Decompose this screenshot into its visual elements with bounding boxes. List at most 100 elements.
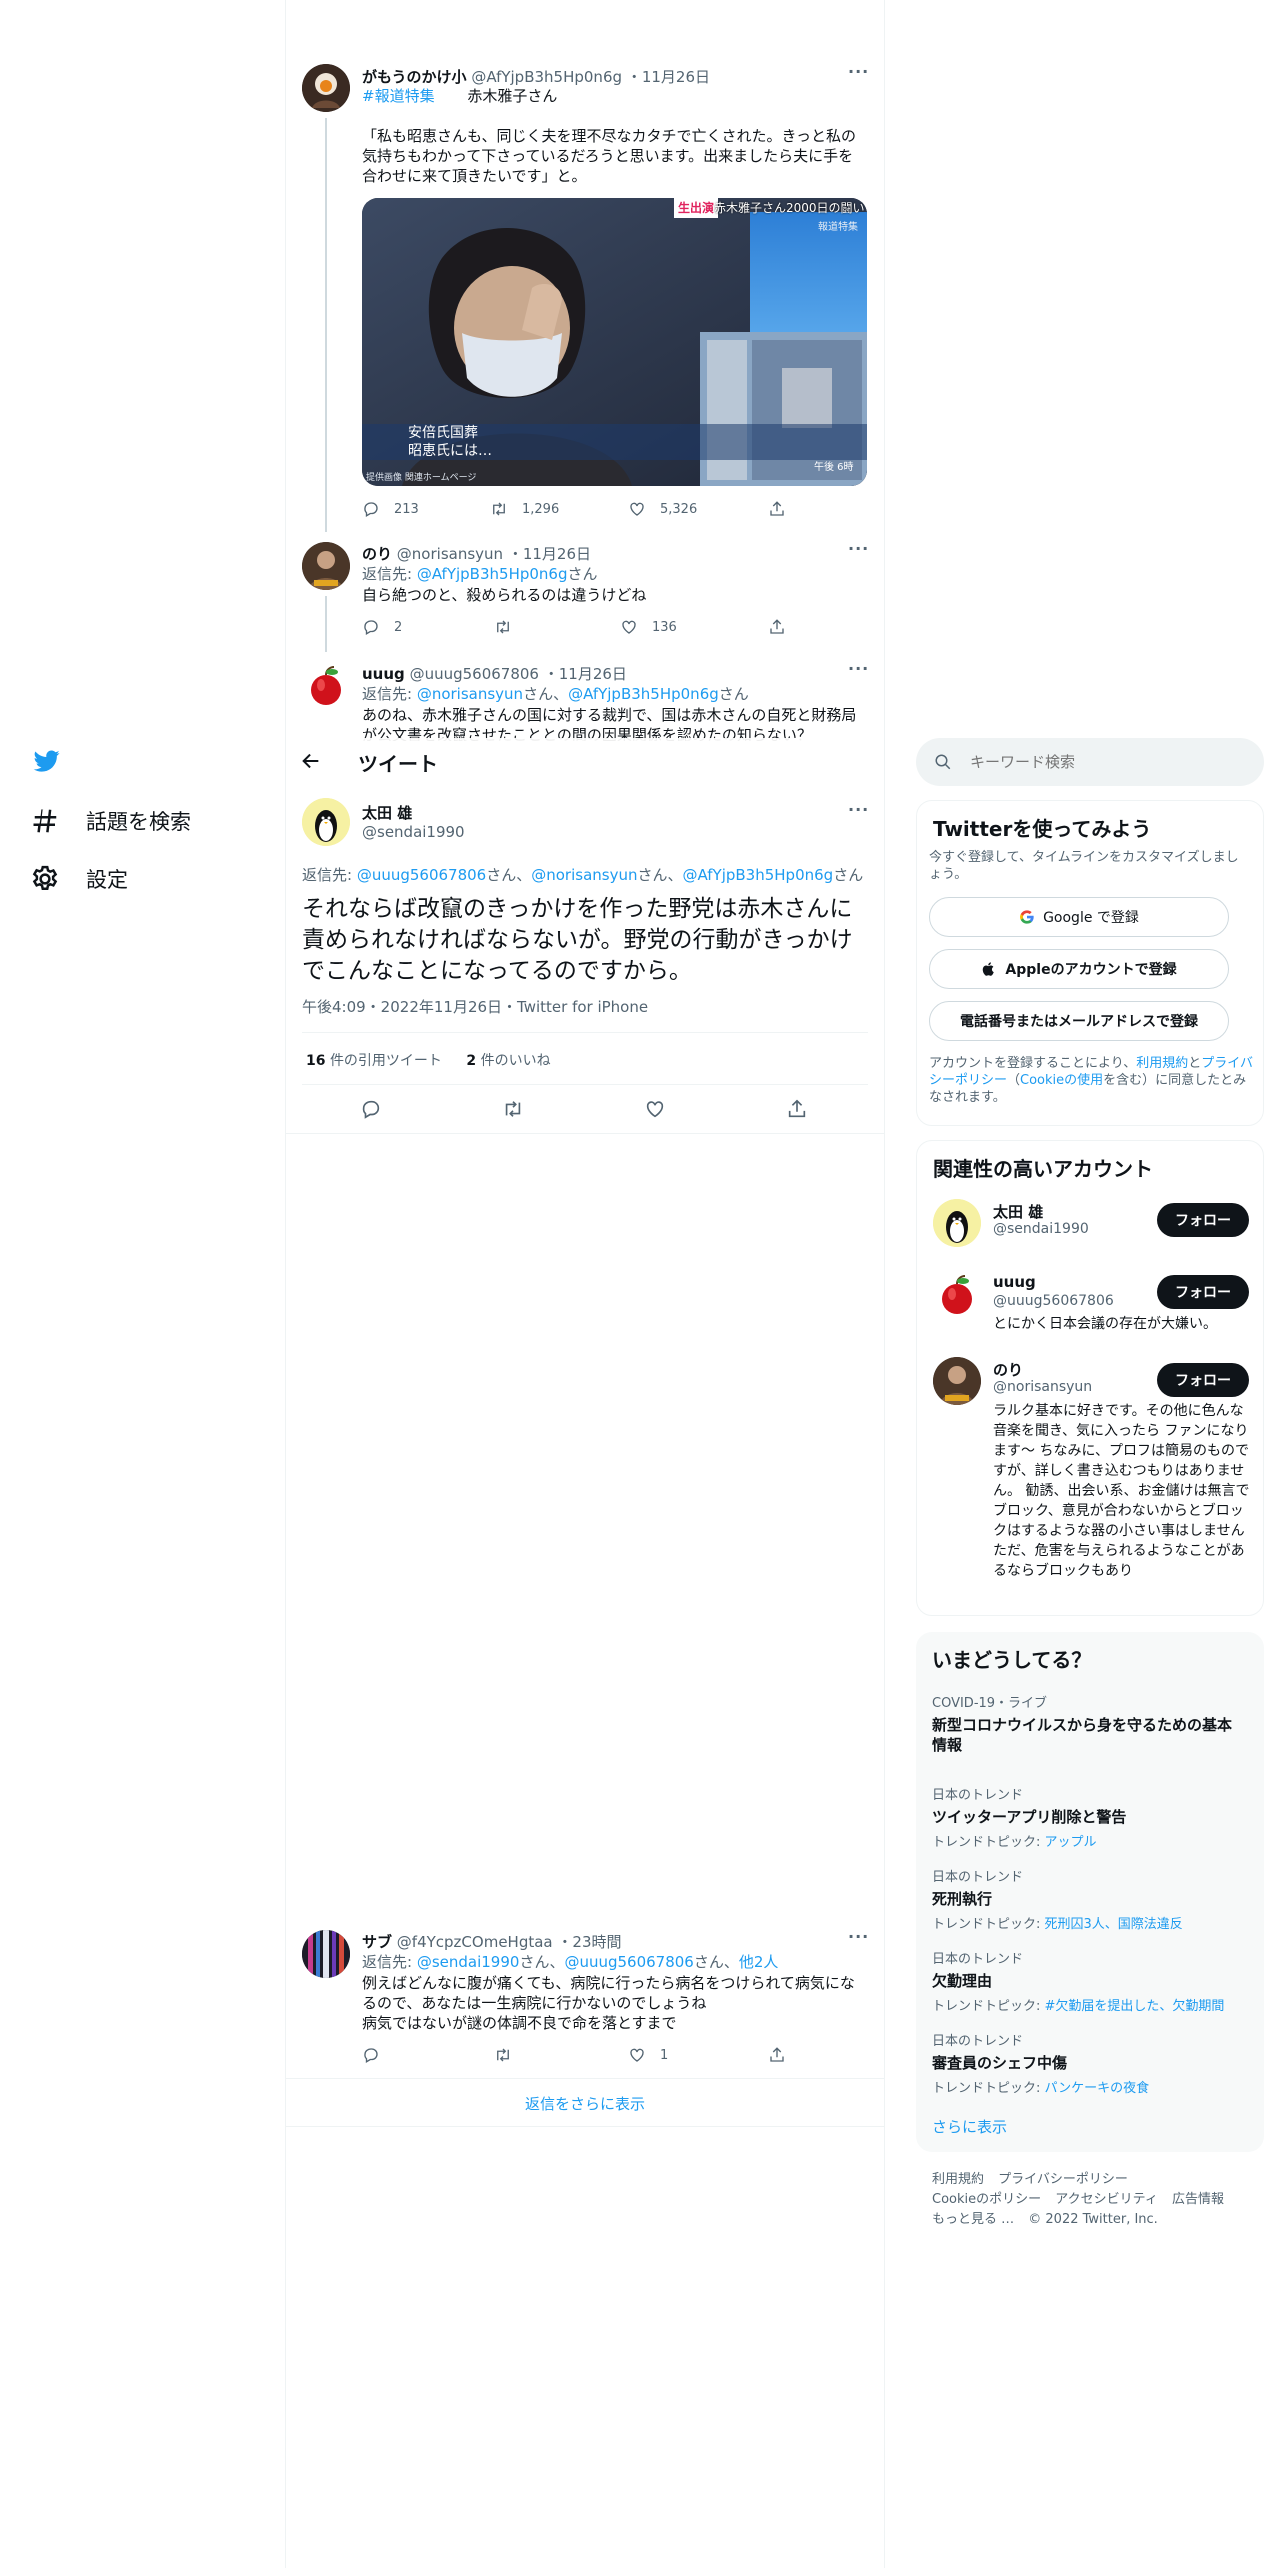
footer-link[interactable]: 利用規約 xyxy=(932,2172,984,2187)
author-handle[interactable]: @f4YcpzCOmeHgtaa xyxy=(397,1933,553,1951)
avatar[interactable] xyxy=(302,662,350,710)
more-icon[interactable]: ··· xyxy=(848,659,869,678)
like-button[interactable]: 136 xyxy=(620,618,677,636)
author-name[interactable]: がもうのかけ小 xyxy=(362,68,467,86)
mention-link[interactable]: @AfYjpB3h5Hp0n6g xyxy=(417,565,568,583)
related-account[interactable]: のり @norisansyun ラルク基本に好きです。その他に色んな音楽を聞き、… xyxy=(917,1357,1265,1607)
author-name[interactable]: 太田 雄 xyxy=(362,802,412,823)
follow-button[interactable]: フォロー xyxy=(1157,1203,1249,1237)
tweet-date[interactable]: 23時間 xyxy=(572,1933,621,1951)
more-icon[interactable]: ··· xyxy=(848,62,869,81)
author-handle[interactable]: @uuug56067806 xyxy=(410,665,539,683)
footer-link[interactable]: 広告情報 xyxy=(1172,2192,1224,2207)
search-box[interactable] xyxy=(916,738,1264,786)
like-button[interactable]: 5,326 xyxy=(628,500,697,518)
like-button[interactable] xyxy=(644,1098,666,1124)
phone-email-signup-button[interactable]: 電話番号またはメールアドレスで登録 xyxy=(929,1001,1229,1041)
search-input[interactable] xyxy=(970,753,1230,771)
trend-item[interactable]: 日本のトレンド 死刑執行 トレンドトピック: 死刑囚3人、国際法違反 xyxy=(932,1866,1252,1932)
tweet-date[interactable]: 11月26日 xyxy=(559,665,627,683)
like-button[interactable]: 1 xyxy=(628,2046,668,2064)
trend-topic-link[interactable]: 死刑囚3人、国際法違反 xyxy=(1045,1917,1183,1932)
account-name[interactable]: 太田 雄 xyxy=(993,1201,1043,1222)
follow-button[interactable]: フォロー xyxy=(1157,1363,1249,1397)
trend-topic-link[interactable]: パンケーキの夜食 xyxy=(1045,2081,1150,2096)
trend-item[interactable]: 日本のトレンド 審査員のシェフ中傷 トレンドトピック: パンケーキの夜食 xyxy=(932,2030,1252,2096)
trend-item[interactable]: 日本のトレンド ツイッターアプリ削除と警告 トレンドトピック: アップル xyxy=(932,1784,1252,1850)
trend-item[interactable]: COVID-19・ライブ 新型コロナウイルスから身を守るための基本情報 xyxy=(932,1692,1232,1755)
tweet-date[interactable]: 11月26日 xyxy=(523,545,591,563)
reply-count: 2 xyxy=(394,619,403,635)
tweet-timestamp[interactable]: 午後4:09・2022年11月26日・Twitter for iPhone xyxy=(302,996,648,1017)
share-button[interactable] xyxy=(768,500,786,518)
mention-link[interactable]: @AfYjpB3h5Hp0n6g xyxy=(568,685,719,703)
author-name[interactable]: uuug xyxy=(362,665,405,683)
mention-link[interactable]: @uuug56067806 xyxy=(357,866,486,884)
avatar[interactable] xyxy=(302,64,350,112)
share-button[interactable] xyxy=(768,2046,786,2064)
likes-link[interactable]: 2 件のいいね xyxy=(466,1053,550,1069)
more-icon[interactable]: ··· xyxy=(848,539,869,558)
google-signup-button[interactable]: Google で登録 xyxy=(929,897,1229,937)
author-handle[interactable]: @norisansyun xyxy=(397,545,503,563)
account-name[interactable]: uuug xyxy=(993,1273,1036,1291)
reply-button[interactable] xyxy=(360,1098,382,1124)
trend-topic-link[interactable]: アップル xyxy=(1045,1835,1097,1850)
nav-settings[interactable]: 設定 xyxy=(30,864,128,894)
retweet-button[interactable] xyxy=(502,1098,524,1124)
retweet-button[interactable] xyxy=(494,2046,512,2064)
account-handle[interactable]: @norisansyun xyxy=(993,1379,1092,1395)
account-handle[interactable]: @sendai1990 xyxy=(993,1221,1089,1237)
nav-explore[interactable]: 話題を検索 xyxy=(30,806,191,836)
mention-link[interactable]: @sendai1990 xyxy=(417,1953,520,1971)
mention-link[interactable]: @uuug56067806 xyxy=(564,1953,693,1971)
footer-link[interactable]: Cookieのポリシー xyxy=(932,2192,1041,2207)
author-name[interactable]: のり xyxy=(362,545,392,563)
divider xyxy=(286,2078,884,2079)
mention-link[interactable]: @norisansyun xyxy=(531,866,637,884)
more-icon[interactable]: ··· xyxy=(848,800,869,819)
tweet-media[interactable]: 生出演 赤木雅子さん2000日の闘い 報道特集 安倍氏国葬 昭恵氏には… 提供画… xyxy=(362,198,867,486)
avatar[interactable] xyxy=(933,1357,981,1405)
apple-signup-button[interactable]: Appleのアカウントで登録 xyxy=(929,949,1229,989)
quote-tweets-link[interactable]: 16 件の引用ツイート xyxy=(306,1053,442,1069)
trend-topic-link[interactable]: #欠勤届を提出した、欠勤期間 xyxy=(1045,1999,1225,2014)
others-link[interactable]: 他2人 xyxy=(739,1953,779,1971)
retweet-button[interactable]: 1,296 xyxy=(490,500,559,518)
author-name[interactable]: サブ xyxy=(362,1933,392,1951)
account-name[interactable]: のり xyxy=(993,1359,1023,1380)
avatar[interactable] xyxy=(302,798,350,846)
avatar[interactable] xyxy=(933,1271,981,1319)
mention-link[interactable]: @AfYjpB3h5Hp0n6g xyxy=(683,866,834,884)
author-handle[interactable]: @AfYjpB3h5Hp0n6g xyxy=(471,68,622,86)
reply-button[interactable] xyxy=(362,2046,380,2064)
twitter-logo-icon[interactable] xyxy=(32,748,62,778)
avatar[interactable] xyxy=(302,1930,350,1978)
follow-button[interactable]: フォロー xyxy=(1157,1275,1249,1309)
avatar[interactable] xyxy=(302,542,350,590)
retweet-button[interactable] xyxy=(494,618,512,636)
more-icon[interactable]: ··· xyxy=(848,1927,869,1946)
footer-link[interactable]: アクセシビリティ xyxy=(1055,2192,1158,2207)
avatar[interactable] xyxy=(933,1199,981,1247)
mention-link[interactable]: @norisansyun xyxy=(417,685,523,703)
reply-button[interactable]: 2 xyxy=(362,618,402,636)
footer-link[interactable]: プライバシーポリシー xyxy=(998,2172,1128,2187)
author-handle[interactable]: @sendai1990 xyxy=(362,823,465,841)
share-button[interactable] xyxy=(768,618,786,636)
back-arrow-icon[interactable] xyxy=(300,750,322,776)
share-button[interactable] xyxy=(786,1098,808,1124)
terms-link[interactable]: 利用規約 xyxy=(1136,1056,1188,1071)
show-more-replies-link[interactable]: 返信をさらに表示 xyxy=(286,2093,884,2114)
cookie-link[interactable]: Cookieの使用 xyxy=(1020,1073,1103,1088)
trend-item[interactable]: 日本のトレンド 欠勤理由 トレンドトピック: #欠勤届を提出した、欠勤期間 xyxy=(932,1948,1252,2014)
account-handle[interactable]: @uuug56067806 xyxy=(993,1293,1114,1309)
footer-more-link[interactable]: もっと見る … xyxy=(932,2212,1014,2227)
reply-button[interactable]: 213 xyxy=(362,500,419,518)
hashtag-link[interactable]: #報道特集 xyxy=(362,87,435,105)
nav-settings-label: 設定 xyxy=(86,868,128,892)
tweet-date[interactable]: 11月26日 xyxy=(642,68,710,86)
show-more-trends-link[interactable]: さらに表示 xyxy=(932,2116,1007,2137)
related-account[interactable]: 太田 雄 @sendai1990 フォロー xyxy=(917,1199,1265,1269)
related-account[interactable]: uuug @uuug56067806 とにかく日本会議の存在が大嫌い。 フォロー xyxy=(917,1271,1265,1351)
